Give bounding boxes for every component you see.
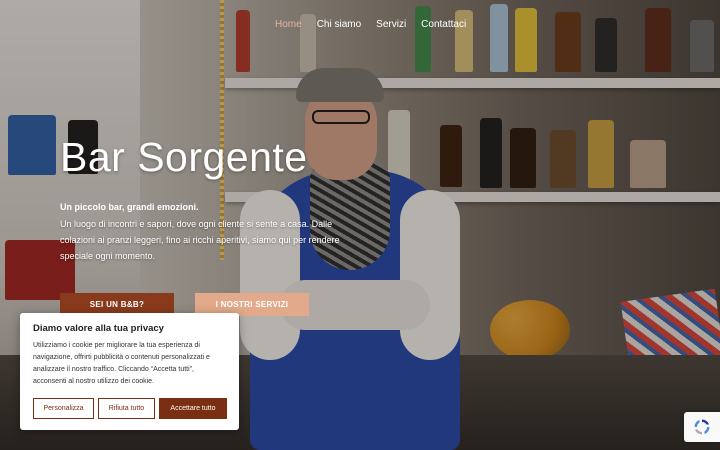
cookie-banner: Diamo valore alla tua privacy Utilizziam… [20,313,239,430]
cookie-text: Utilizziamo i cookie per migliorare la t… [33,342,210,385]
nav-item-contattaci[interactable]: Contattaci [421,19,466,30]
recaptcha-icon [694,419,710,435]
main-nav: Home Chi siamo Servizi Contattaci [275,19,481,30]
cookie-customize-button[interactable]: Personalizza [33,398,94,419]
hero-intro: Un luogo di incontri e sapori, dove ogni… [60,219,340,261]
recaptcha-badge[interactable] [684,412,720,442]
hero-tagline: Un piccolo bar, grandi emozioni. [60,202,199,212]
cookie-title: Diamo valore alla tua privacy [33,323,164,334]
page-title: Bar Sorgente [60,134,308,180]
nav-item-home[interactable]: Home [275,19,302,30]
nav-item-servizi[interactable]: Servizi [376,19,406,30]
cookie-button-group: Personalizza Rifiuta tutto Accettare tut… [33,398,227,419]
cookie-reject-button[interactable]: Rifiuta tutto [98,398,155,419]
nav-item-chi-siamo[interactable]: Chi siamo [317,19,361,30]
cookie-accept-button[interactable]: Accettare tutto [159,398,227,419]
